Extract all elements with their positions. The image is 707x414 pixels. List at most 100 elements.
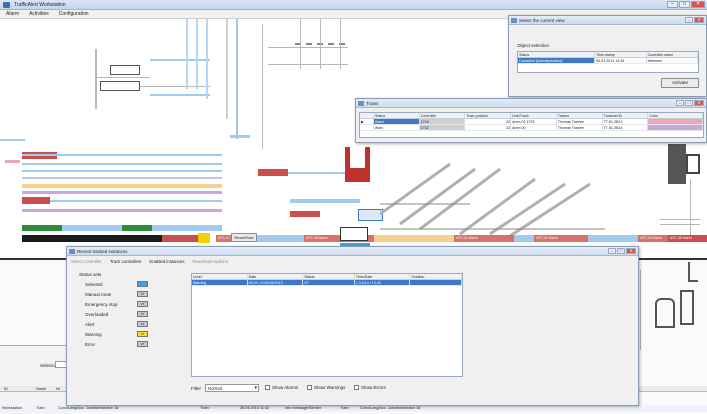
table-row[interactable]: Warn 1732 22 Amm 00 Thomas Trainee TT 61… [360,125,703,131]
reset-sort-button[interactable]: Reset/Sort [231,233,257,242]
col-status[interactable]: Status [374,113,420,118]
rail [230,135,250,138]
track-block [258,169,288,176]
legend-swatch[interactable]: VT [137,311,148,317]
table-row[interactable]: Workstation Tram Conv/Long/Acc. Junction… [0,405,707,412]
legend-swatch[interactable]: VT [137,301,148,307]
col-tracknet[interactable]: Tracknet ID [603,113,649,118]
dialog-titlebar[interactable]: Trains – □ ✕ [356,99,706,108]
cell: Conv/Long/Acc. Junction/section 16 [360,406,421,410]
col-solution[interactable]: Solution [410,274,463,279]
rail [22,154,222,156]
legend-swatch[interactable]: VT [137,331,148,337]
toolbar-enabled-instances[interactable]: Enabled instances [149,259,184,267]
col-marker [360,113,374,118]
cell: Thomas Trainee [557,125,603,130]
legend-label: Manual route [85,292,112,297]
activate-button[interactable]: Activate [661,78,699,88]
col-line[interactable]: Line/Track [511,113,557,118]
rail [22,170,222,172]
rail [0,139,25,141]
dialog-titlebar[interactable]: Select the current view – ✕ [509,16,706,25]
checkbox[interactable] [265,385,270,391]
dialog-icon [511,18,517,23]
maximize-button[interactable]: □ [617,248,625,254]
cell: 06.03.2013 13:45 [595,58,647,63]
table-row[interactable]: Warning 05.03. 10:54:04/2013 VT 1.3.15.4… [192,280,463,286]
track-label: ATC-32 Alarm [534,235,588,242]
menu-activities[interactable]: Activities [29,11,49,17]
track-label: ATC-35 Alarm [668,235,707,242]
legend-swatch[interactable]: VT [137,341,148,347]
cell: VT [303,280,355,285]
cell: TT 61-2B13 [603,119,649,124]
checkbox-show-errors[interactable]: Show Errors [354,385,386,391]
rail [150,59,210,61]
col-timedate[interactable]: Time/Date [355,274,411,279]
col-nr[interactable]: Nr [56,387,60,391]
col-level[interactable]: Level [192,274,248,279]
close-button[interactable]: ✕ [694,17,704,23]
legend-swatch[interactable]: VT [137,321,148,327]
checkbox-show-alarms[interactable]: Show Alarms [265,385,298,391]
toolbar-track-controllers[interactable]: Track controllers [110,259,142,267]
station-block [686,154,700,174]
col-trainer[interactable]: Trainer [557,113,603,118]
cell: Hetmann [647,58,699,63]
col-color[interactable]: Color [648,113,703,118]
cell: TT 61-2B14 [603,125,649,130]
table-row[interactable]: Cancelled (Interdependent) 06.03.2013 13… [518,58,699,64]
close-button[interactable]: ✕ [626,248,636,254]
col-status[interactable]: Status [303,274,355,279]
track-line [262,24,263,149]
cell: Conv/Long/Acc. Junction/section 16 [58,406,119,410]
checkbox-show-warnings[interactable]: Show Warnings [307,385,345,391]
color-swatch[interactable] [648,125,703,130]
rail [22,191,222,194]
checkbox[interactable] [354,385,359,391]
col-name[interactable]: Name [36,387,46,391]
toolbar-select-controller[interactable]: Select controller [71,259,102,267]
cell: Cancelled (Interdependent) [518,58,596,63]
maximize-button[interactable]: □ [679,1,690,8]
track-block [22,197,50,204]
color-swatch[interactable] [648,119,703,124]
dialog-titlebar[interactable]: Recent tracked instances – □ ✕ [67,247,638,256]
close-button[interactable]: ✕ [691,1,705,8]
col-controller[interactable]: Controller [420,113,466,118]
close-button[interactable]: ✕ [694,100,704,106]
col-timestamp[interactable]: Time stamp [595,52,647,57]
menu-configuration[interactable]: Configuration [59,11,89,17]
toolbar-reset-sort[interactable]: Reset/Sort options [193,259,228,267]
cell [410,280,463,285]
window-title: TrafficAlert Workstation [14,2,66,8]
junction-diagram [380,162,605,238]
col-status[interactable]: Status [518,52,596,57]
minimize-button[interactable]: – [608,248,616,254]
trains-dialog: Trains – □ ✕ Status Controller Train pos… [355,98,707,143]
track-strip [22,235,162,242]
minimize-button[interactable]: – [685,17,693,23]
cell: Info message/Sender [285,406,322,410]
cell: 05.03. 10:54:04/2013 [248,280,304,285]
filter-select[interactable]: Normal ▾ [205,384,259,392]
legend-swatch[interactable] [137,281,148,287]
rail [186,19,188,89]
col-id[interactable]: ID [4,387,8,391]
track-label: ATC-33 Alarm [638,235,668,242]
legend-swatch[interactable]: VT [137,291,148,297]
maximize-button[interactable]: □ [685,100,693,106]
track-label: ATC-31 Alarm [454,235,514,242]
col-controller[interactable]: Controller name [647,52,699,57]
col-date[interactable]: Date [248,274,304,279]
cell: Amm 00 [511,125,557,130]
checkbox[interactable] [307,385,312,391]
recent-instances-dialog: Recent tracked instances – □ ✕ Reset/Sor… [66,233,639,406]
minimize-button[interactable]: – [676,100,684,106]
track-line [340,19,341,69]
col-position[interactable]: Train position [465,113,512,118]
cell: Alarm [373,119,420,124]
menu-alarm[interactable]: Alarm [6,11,19,17]
legend-label: Warning [85,332,102,337]
minimize-button[interactable]: – [667,1,678,8]
